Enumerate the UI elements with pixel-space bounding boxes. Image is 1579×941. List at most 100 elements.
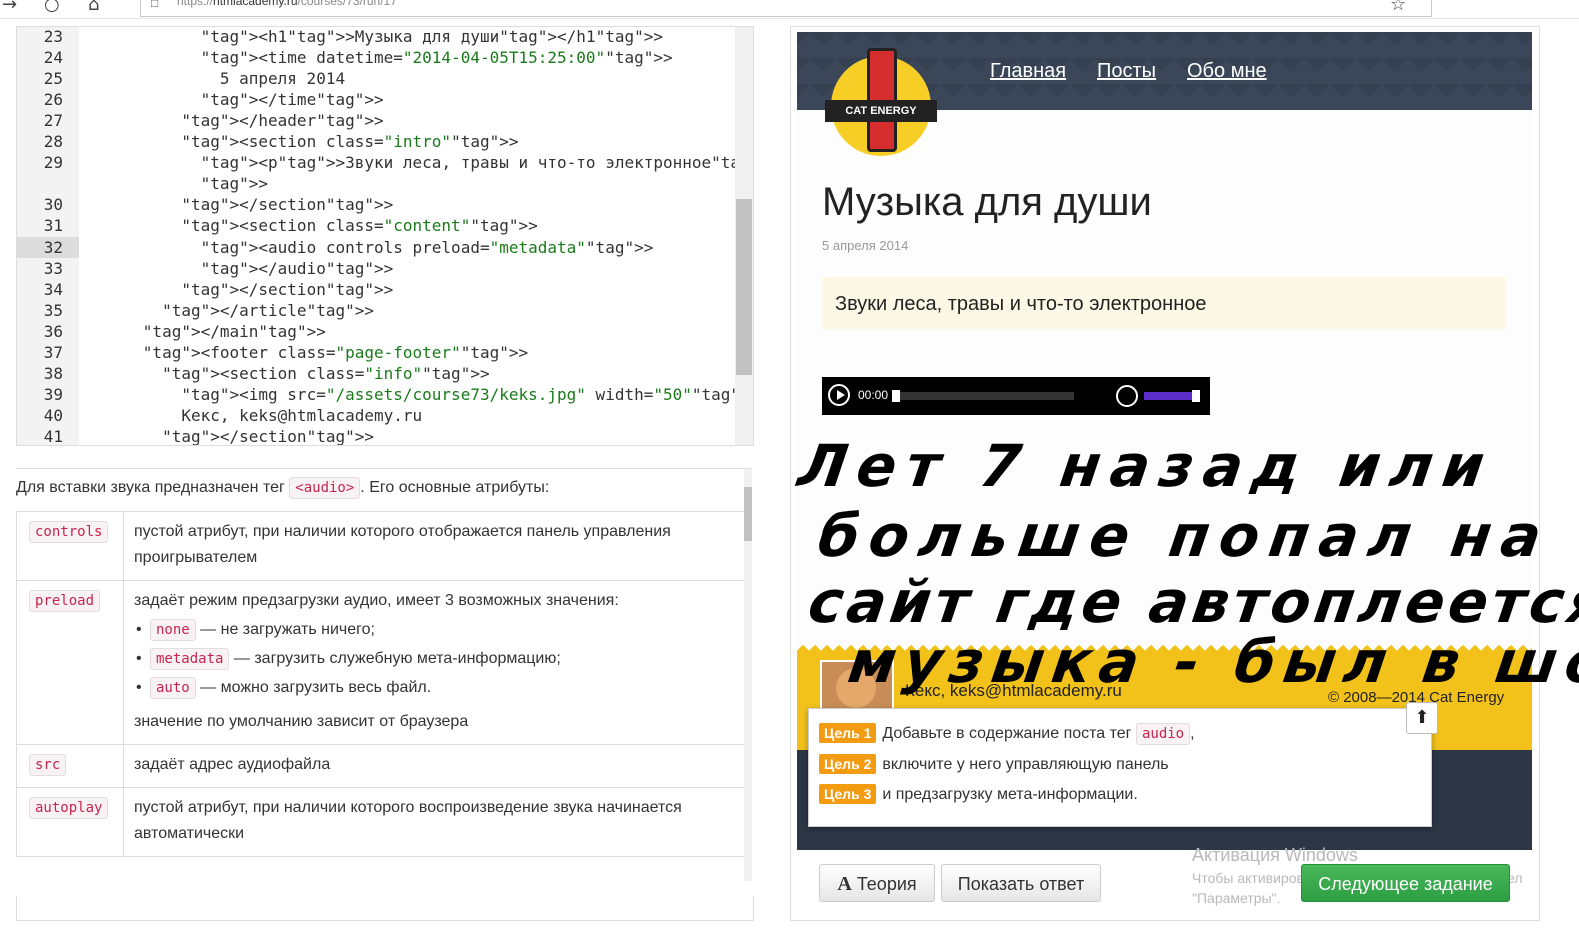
code-text[interactable]: "tag"></section"tag">> xyxy=(85,279,393,300)
code-line[interactable]: 36 "tag"></main"tag">> xyxy=(17,321,735,342)
editor-scroll-thumb[interactable] xyxy=(736,199,752,375)
line-number: 41 xyxy=(43,426,63,446)
code-line[interactable]: 35 "tag"></article"tag">> xyxy=(17,300,735,321)
seek-bar[interactable] xyxy=(892,392,1074,400)
line-number: 32 xyxy=(17,236,79,258)
attr-desc: пустой атрибут, при наличии которого вос… xyxy=(123,787,745,857)
intro-text: Звуки леса, травы и что-то электронное xyxy=(835,293,1207,315)
theory-scroll-thumb[interactable] xyxy=(744,487,752,541)
attr-name: src xyxy=(29,754,67,776)
line-number: 34 xyxy=(43,279,63,299)
theory-icon: A xyxy=(837,873,852,895)
volume-handle[interactable] xyxy=(1192,390,1200,402)
attributes-table: controls пустой атрибут, при наличии кот… xyxy=(16,511,745,857)
code-line[interactable]: 30 "tag"></section"tag">> xyxy=(17,194,735,215)
nav-link-about[interactable]: Обо мне xyxy=(1187,60,1267,83)
code-text[interactable]: "tag"><footer class="page-footer""tag">> xyxy=(85,342,528,363)
audio-tag-code: <audio> xyxy=(289,477,361,499)
audio-time: 00:00 xyxy=(858,388,889,402)
code-line[interactable]: 23 "tag"><h1"tag">>Музыка для души"tag">… xyxy=(17,27,735,47)
code-line[interactable]: 39 "tag"><img src="/assets/course73/keks… xyxy=(17,384,753,405)
address-bar[interactable]: □ https://htmlacademy.ru/courses/73/run/… xyxy=(140,0,1432,17)
code-line[interactable]: 34 "tag"></section"tag">> xyxy=(17,279,735,300)
goals-panel: Цель 1 Добавьте в содержание поста тег au… xyxy=(808,708,1432,827)
table-row: controls пустой атрибут, при наличии кот… xyxy=(16,511,745,581)
code-line[interactable]: 38 "tag"><section class="info""tag">> xyxy=(17,363,735,384)
code-text[interactable]: "tag"></article"tag">> xyxy=(85,300,374,321)
code-line[interactable]: 40 Кекс, keks@htmlacademy.ru xyxy=(17,405,735,426)
next-task-button[interactable]: Следующее задание xyxy=(1301,864,1510,902)
code-line[interactable]: 24 "tag"><time datetime="2014-04-05T15:2… xyxy=(17,47,735,68)
code-text[interactable]: Кекс, keks@htmlacademy.ru xyxy=(85,405,422,426)
code-line[interactable]: 25 5 апреля 2014 xyxy=(17,68,735,89)
theory-intro: Для вставки звука предназначен тег <audi… xyxy=(16,477,549,499)
table-row: src задаёт адрес аудиофайла xyxy=(16,744,745,788)
play-icon[interactable] xyxy=(828,384,850,406)
preload-note: значение по умолчанию зависит от браузер… xyxy=(134,713,469,730)
code-text[interactable]: "tag"></section"tag">> xyxy=(85,426,374,445)
nav-link-home[interactable]: Главная xyxy=(990,60,1066,83)
line-number: 37 xyxy=(43,342,63,362)
code-editor[interactable]: 23 "tag"><h1"tag">>Музыка для души"tag">… xyxy=(16,26,754,446)
code-text[interactable]: "tag"></main"tag">> xyxy=(85,321,326,342)
line-number: 28 xyxy=(43,132,63,152)
line-number: 23 xyxy=(43,27,63,46)
code-line[interactable]: 37 "tag"><footer class="page-footer""tag… xyxy=(17,342,735,363)
code-text[interactable]: "tag"></section"tag">> xyxy=(85,194,393,215)
code-text[interactable]: "tag">> xyxy=(85,173,268,194)
code-text[interactable]: "tag"><audio controls preload="metadata"… xyxy=(85,237,654,258)
table-row: preload задаёт режим предзагрузки аудио,… xyxy=(16,580,745,745)
favorite-star-icon[interactable]: ☆ xyxy=(1390,0,1406,15)
seek-handle[interactable] xyxy=(892,390,900,402)
theory-scrollbar[interactable] xyxy=(744,469,752,881)
line-number: 30 xyxy=(43,195,63,215)
line-number: 27 xyxy=(43,111,63,131)
code-text[interactable]: "tag"><section class="info""tag">> xyxy=(85,363,490,384)
code-line[interactable]: 29 "tag"><p"tag">>Звуки леса, травы и чт… xyxy=(17,152,753,173)
line-number: 39 xyxy=(43,384,63,404)
code-line[interactable]: 26 "tag"></time"tag">> xyxy=(17,89,735,110)
code-line[interactable]: 27 "tag"></header"tag">> xyxy=(17,110,735,131)
code-text[interactable]: "tag"><h1"tag">>Музыка для души"tag"></h… xyxy=(85,27,663,47)
editor-scrollbar[interactable] xyxy=(735,27,753,445)
code-text[interactable]: "tag"><section class="intro""tag">> xyxy=(85,131,518,152)
browser-toolbar: → ○ ⌂ □ https://htmlacademy.ru/courses/7… xyxy=(0,0,1579,19)
code-line[interactable]: "tag">> xyxy=(17,173,735,194)
scroll-up-icon[interactable]: ⬆ xyxy=(1406,702,1438,734)
reload-icon[interactable]: ○ xyxy=(44,0,60,15)
code-text[interactable]: "tag"><img src="/assets/course73/keks.jp… xyxy=(85,384,753,405)
code-text[interactable]: "tag"><p"tag">>Звуки леса, травы и что-т… xyxy=(85,152,753,173)
code-text[interactable]: "tag"><section class="content""tag">> xyxy=(85,215,537,236)
code-line[interactable]: 32 "tag"><audio controls preload="metada… xyxy=(17,236,735,258)
code-line[interactable]: 33 "tag"></audio"tag">> xyxy=(17,258,735,279)
home-icon[interactable]: ⌂ xyxy=(88,0,99,15)
activation-watermark-title: Активация Windows xyxy=(1192,845,1358,865)
theory-button[interactable]: A Теория xyxy=(819,864,935,902)
code-text[interactable]: "tag"></time"tag">> xyxy=(85,89,384,110)
code-line[interactable]: 41 "tag"></section"tag">> xyxy=(17,426,735,446)
code-text[interactable]: 5 апреля 2014 xyxy=(85,68,345,89)
goal-3: Цель 3и предзагрузку мета-информации. xyxy=(819,784,1138,804)
back-icon[interactable]: → xyxy=(2,0,17,15)
code-text[interactable]: "tag"></header"tag">> xyxy=(85,110,383,131)
attr-desc: задаёт адрес аудиофайла xyxy=(123,744,745,788)
attr-name: preload xyxy=(29,590,101,612)
attr-name: controls xyxy=(29,521,109,543)
cat-energy-logo[interactable]: CAT ENERGY xyxy=(825,48,937,158)
line-number: 35 xyxy=(43,300,63,320)
list-item: auto — можно загрузить весь файл. xyxy=(136,675,734,701)
post-title: Музыка для души xyxy=(822,180,1152,224)
code-line[interactable]: 31 "tag"><section class="content""tag">> xyxy=(17,215,735,236)
nav-link-posts[interactable]: Посты xyxy=(1097,60,1156,83)
code-line[interactable]: 28 "tag"><section class="intro""tag">> xyxy=(17,131,735,152)
volume-icon[interactable] xyxy=(1116,385,1138,407)
css-editor[interactable] xyxy=(16,896,754,921)
line-number: 36 xyxy=(43,321,63,341)
list-item: none — не загружать ничего; xyxy=(136,617,734,643)
show-answer-button[interactable]: Показать ответ xyxy=(941,864,1101,902)
audio-player[interactable]: 00:00 xyxy=(822,377,1210,415)
code-text[interactable]: "tag"></audio"tag">> xyxy=(85,258,394,279)
code-text[interactable]: "tag"><time datetime="2014-04-05T15:25:0… xyxy=(85,47,673,68)
table-row: autoplay пустой атрибут, при наличии кот… xyxy=(16,787,745,857)
theory-panel: Для вставки звука предназначен тег <audi… xyxy=(16,468,752,881)
